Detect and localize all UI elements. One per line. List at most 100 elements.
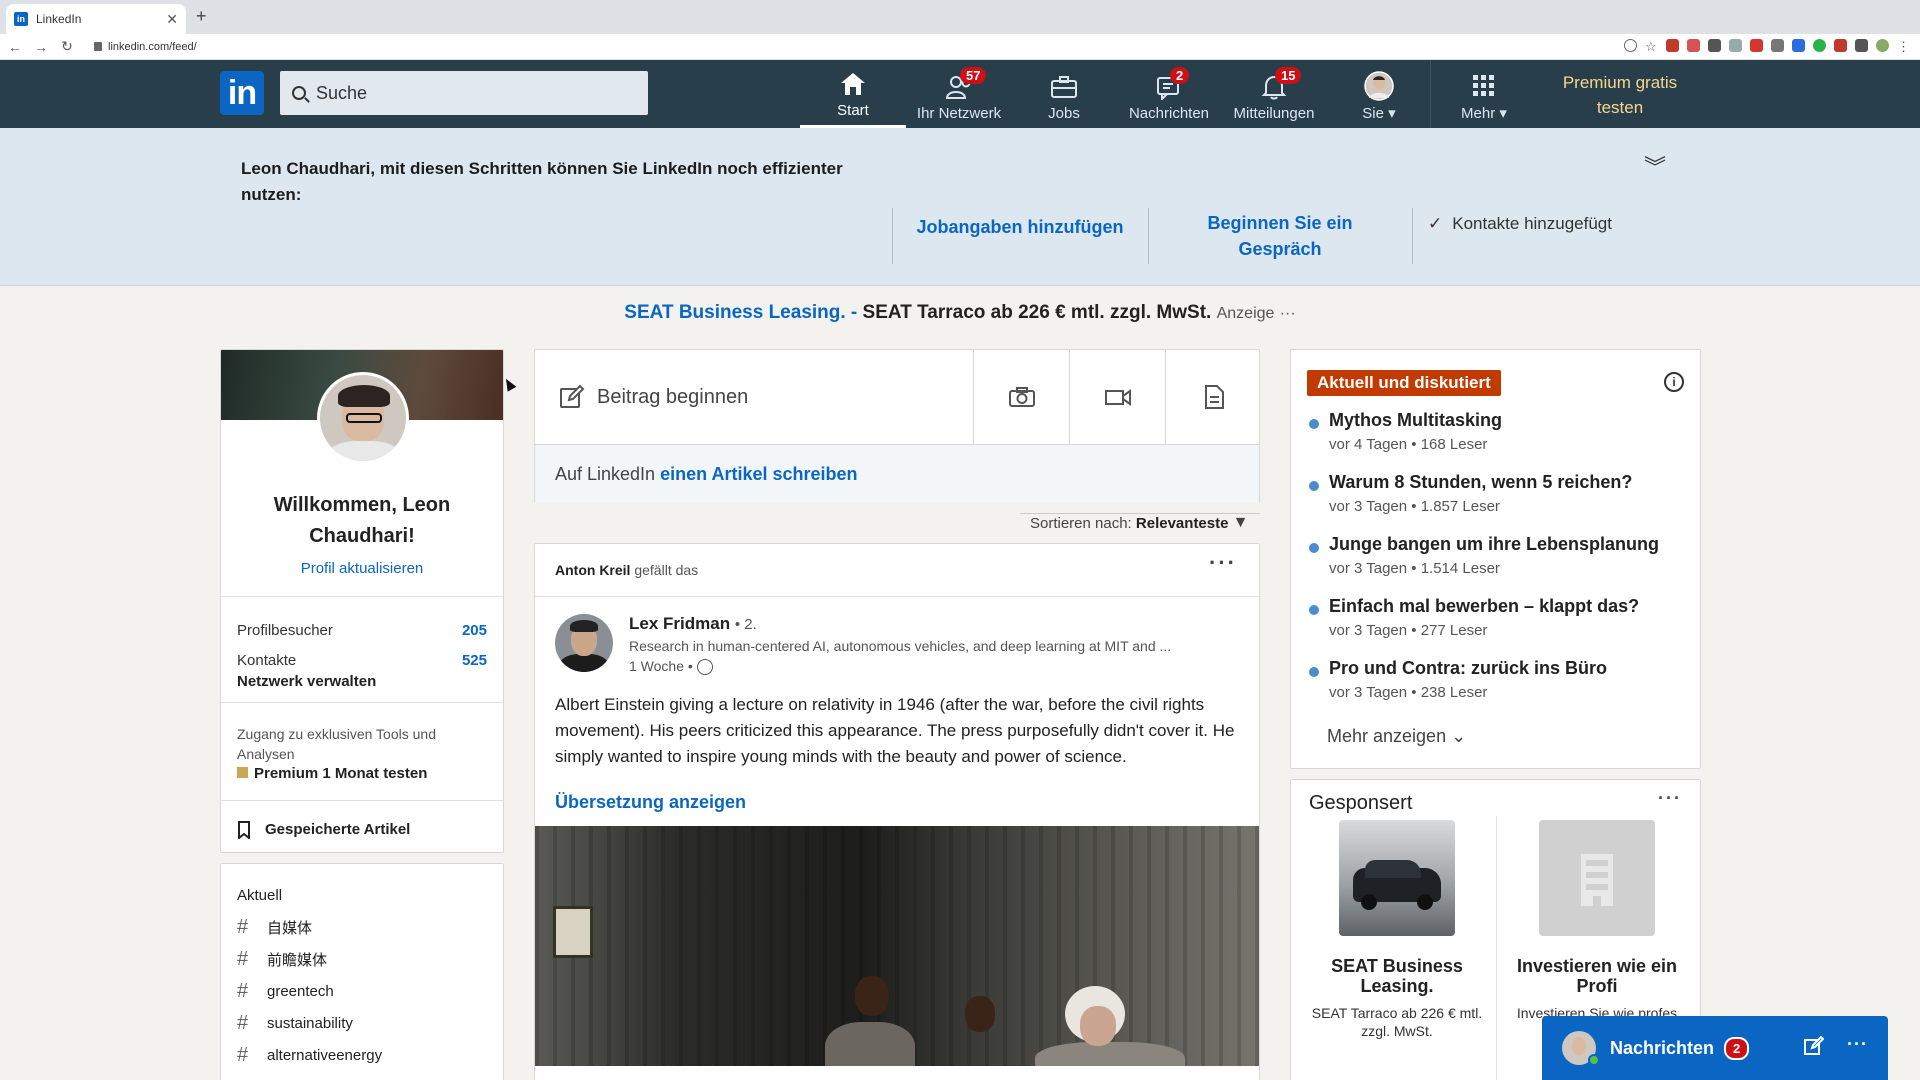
author-name[interactable]: Lex Fridman [629, 614, 730, 633]
forward-icon[interactable]: → [30, 39, 52, 55]
info-icon[interactable]: i [1664, 372, 1684, 392]
compose-message-icon[interactable] [1804, 1035, 1825, 1061]
linkedin-logo[interactable]: in [220, 71, 264, 115]
search-box[interactable] [280, 71, 648, 115]
ad-tag: Anzeige [1216, 305, 1275, 322]
document-button[interactable] [1165, 350, 1261, 444]
linkedin-header: in Start 57 Ihr Netzwerk Jobs 2 Nachrich… [0, 60, 1920, 128]
new-tab-button[interactable]: + [196, 6, 207, 27]
messaging-bar[interactable]: Nachrichten 2 ··· [1542, 1016, 1888, 1080]
sort-dropdown[interactable]: Sortieren nach: Relevanteste ▼ [1030, 514, 1249, 532]
post-image[interactable] [535, 826, 1259, 1066]
top-ad[interactable]: SEAT Business Leasing. - SEAT Tarraco ab… [0, 302, 1920, 324]
ad-text: SEAT Tarraco ab 226 € mtl. zzgl. MwSt. [862, 302, 1212, 323]
contacts-added-step: ✓ Kontakte hinzugefügt [1428, 214, 1612, 233]
search-icon [292, 86, 306, 100]
nav-label: Jobs [1048, 105, 1080, 122]
hashtag-icon: # [237, 948, 249, 970]
profile-visitors-row[interactable]: Profilbesucher 205 [237, 622, 487, 639]
more-options-icon[interactable]: ··· [1280, 305, 1296, 322]
extension-icon[interactable] [1666, 39, 1679, 52]
close-tab-icon[interactable]: ✕ [166, 11, 178, 28]
hashtag-item[interactable]: # 前瞻媒体 [237, 948, 327, 971]
nav-messages[interactable]: 2 Nachrichten [1120, 60, 1218, 128]
profile-avatar[interactable] [317, 372, 409, 464]
hashtags-card: Aktuell # 自媒体 # 前瞻媒体 # greentech # sustainab… [220, 863, 504, 1080]
extension-icon[interactable] [1834, 39, 1847, 52]
hashtag-item[interactable]: # sustainability [237, 1012, 353, 1035]
browser-tab[interactable]: in LinkedIn ✕ [6, 4, 186, 34]
news-item[interactable]: Einfach mal bewerben – klappt das? vor 3 … [1309, 596, 1639, 639]
news-item[interactable]: Warum 8 Stunden, wenn 5 reichen? vor 3 Ta… [1309, 472, 1632, 515]
back-icon[interactable]: ← [4, 39, 26, 55]
messaging-badge: 2 [1724, 1036, 1750, 1060]
update-profile-link[interactable]: Profil aktualisieren [221, 560, 503, 577]
hashtag-item[interactable]: # 自媒体 [237, 916, 312, 939]
author-avatar[interactable] [555, 614, 613, 672]
extension-icon[interactable] [1813, 39, 1826, 52]
extension-icon[interactable] [1771, 39, 1784, 52]
nav-notifications[interactable]: 15 Mitteilungen [1228, 60, 1320, 128]
network-icon: 57 [944, 67, 987, 101]
avatar-icon [1364, 71, 1394, 101]
add-job-info-link[interactable]: Jobangaben hinzufügen [900, 214, 1140, 240]
premium-trial-link[interactable]: Premium 1 Monat testen [237, 764, 427, 784]
extension-icon[interactable] [1750, 39, 1763, 52]
menu-icon[interactable]: ⋮ [1897, 39, 1910, 54]
video-button[interactable] [1069, 350, 1165, 444]
sponsored-ad-invest[interactable]: Investieren wie ein Profi Investieren Si… [1497, 820, 1697, 1022]
onboarding-intro: Leon Chaudhari, mit diesen Schritten kön… [241, 159, 843, 204]
reload-icon[interactable]: ↻ [56, 38, 78, 55]
photo-button[interactable] [973, 350, 1069, 444]
premium-trial-link[interactable]: Premium gratis testen [1550, 70, 1690, 120]
nav-me[interactable]: Sie ▾ [1344, 60, 1414, 128]
post-options-icon[interactable]: ··· [1209, 550, 1237, 576]
sponsored-options-icon[interactable]: ··· [1658, 788, 1682, 809]
feed-post: Anton Kreil gefällt das ··· Lex Fridman … [534, 543, 1260, 1080]
hashtag-icon: # [237, 1044, 249, 1066]
liker-name[interactable]: Anton Kreil [555, 562, 630, 578]
show-more-button[interactable]: Mehr anzeigen ⌄ [1327, 726, 1466, 747]
hashtag-item[interactable]: # greentech [237, 980, 334, 1003]
nav-network[interactable]: 57 Ihr Netzwerk [906, 60, 1012, 128]
write-article-link[interactable]: einen Artikel schreiben [660, 464, 857, 485]
manage-network-link[interactable]: Netzwerk verwalten [237, 672, 376, 692]
news-item[interactable]: Pro und Contra: zurück ins Büro vor 3 Tag… [1309, 658, 1607, 701]
zoom-icon[interactable] [1624, 39, 1637, 52]
camera-icon [1008, 387, 1035, 407]
collapse-chevron-icon[interactable]: ︾ [1644, 150, 1666, 182]
url-field[interactable]: linkedin.com/feed/ [94, 41, 197, 53]
messages-icon: 2 [1154, 67, 1190, 101]
saved-articles-link[interactable]: Gespeicherte Artikel [237, 820, 410, 840]
nav-more[interactable]: Mehr ▾ [1444, 60, 1524, 128]
star-icon[interactable]: ☆ [1645, 39, 1658, 54]
profile-icon[interactable] [1876, 39, 1889, 52]
search-input[interactable] [316, 82, 616, 104]
messages-badge: 2 [1170, 67, 1190, 84]
welcome-text[interactable]: Willkommen, Leon Chaudhari! [221, 490, 503, 552]
caret-down-icon: ▼ [1232, 514, 1249, 531]
show-translation-link[interactable]: Übersetzung anzeigen [555, 792, 746, 813]
document-icon [1204, 385, 1224, 409]
nav-start[interactable]: Start [800, 60, 906, 128]
premium-tools-text: Zugang zu exklusiven Tools und Analysen [237, 726, 436, 762]
hashtag-item[interactable]: # alternativeenergy [237, 1044, 382, 1067]
nav-jobs[interactable]: Jobs [1024, 60, 1104, 128]
news-item[interactable]: Junge bangen um ihre Lebensplanung vor 3 … [1309, 534, 1659, 577]
messaging-options-icon[interactable]: ··· [1847, 1034, 1868, 1055]
browser-tab-bar: in LinkedIn ✕ + [0, 0, 1920, 34]
start-conversation-link[interactable]: Beginnen Sie ein Gespräch [1160, 210, 1400, 262]
extension-icon[interactable] [1687, 39, 1700, 52]
extension-icon[interactable] [1792, 39, 1805, 52]
post-social-context: Anton Kreil gefällt das [555, 562, 699, 578]
extension-icon[interactable] [1855, 39, 1868, 52]
news-item[interactable]: Mythos Multitasking vor 4 Tagen • 168 Les… [1309, 410, 1502, 453]
profile-card: Willkommen, Leon Chaudhari! Profil aktua… [220, 349, 504, 853]
start-post-button[interactable]: Beitrag beginnen [559, 384, 748, 410]
extension-icon[interactable] [1708, 39, 1721, 52]
sponsored-ad-seat[interactable]: SEAT Business Leasing. SEAT Tarraco ab 2… [1297, 820, 1497, 1040]
tab-title: LinkedIn [36, 12, 82, 26]
extension-icon[interactable] [1729, 39, 1742, 52]
contacts-row[interactable]: Kontakte 525 [237, 652, 487, 669]
ad-brand[interactable]: SEAT Business Leasing. - [624, 302, 857, 323]
